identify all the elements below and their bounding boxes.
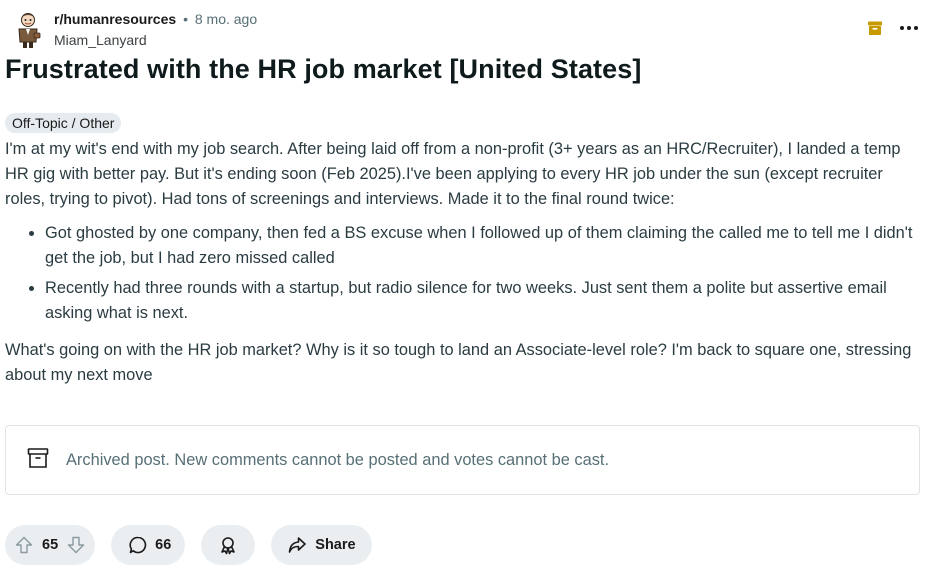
- share-label: Share: [315, 537, 356, 553]
- vote-control: 65: [5, 525, 96, 565]
- post-action-bar: 65 66 Share: [5, 525, 372, 565]
- subreddit-avatar-icon[interactable]: [14, 11, 42, 49]
- post-title[interactable]: Frustrated with the HR job market [Unite…: [5, 54, 641, 85]
- share-icon: [287, 535, 307, 555]
- upvote-icon[interactable]: [14, 535, 34, 555]
- more-options-icon[interactable]: [899, 20, 919, 36]
- body-intro: I'm at my wit's end with my job search. …: [5, 140, 901, 208]
- vote-count: 65: [42, 537, 59, 553]
- archived-notice: Archived post. New comments cannot be po…: [5, 425, 920, 495]
- downvote-icon[interactable]: [66, 535, 86, 555]
- post-flair[interactable]: Off-Topic / Other: [5, 113, 122, 133]
- post-header: r/humanresources • 8 mo. ago Miam_Lanyar…: [14, 10, 919, 52]
- archive-icon: [867, 20, 883, 36]
- archived-notice-text: Archived post. New comments cannot be po…: [66, 450, 610, 469]
- body-bullet-list: Got ghosted by one company, then fed a B…: [5, 221, 920, 326]
- share-button[interactable]: Share: [271, 525, 372, 565]
- archive-icon: [26, 446, 50, 475]
- body-outro: What's going on with the HR job market? …: [5, 341, 912, 384]
- post-meta-line: r/humanresources • 8 mo. ago: [54, 11, 257, 27]
- subreddit-link[interactable]: r/humanresources: [54, 11, 176, 27]
- list-item: Got ghosted by one company, then fed a B…: [45, 221, 920, 271]
- award-button[interactable]: [201, 525, 256, 565]
- post-age: 8 mo. ago: [194, 11, 258, 27]
- meta-separator: •: [183, 11, 188, 27]
- comments-button[interactable]: 66: [111, 525, 186, 565]
- author-link[interactable]: Miam_Lanyard: [54, 32, 147, 48]
- award-icon: [218, 535, 238, 555]
- comment-icon: [128, 535, 148, 555]
- comment-count: 66: [155, 537, 172, 553]
- list-item: Recently had three rounds with a startup…: [45, 276, 920, 326]
- header-actions: [867, 20, 919, 36]
- post-body: I'm at my wit's end with my job search. …: [5, 137, 920, 388]
